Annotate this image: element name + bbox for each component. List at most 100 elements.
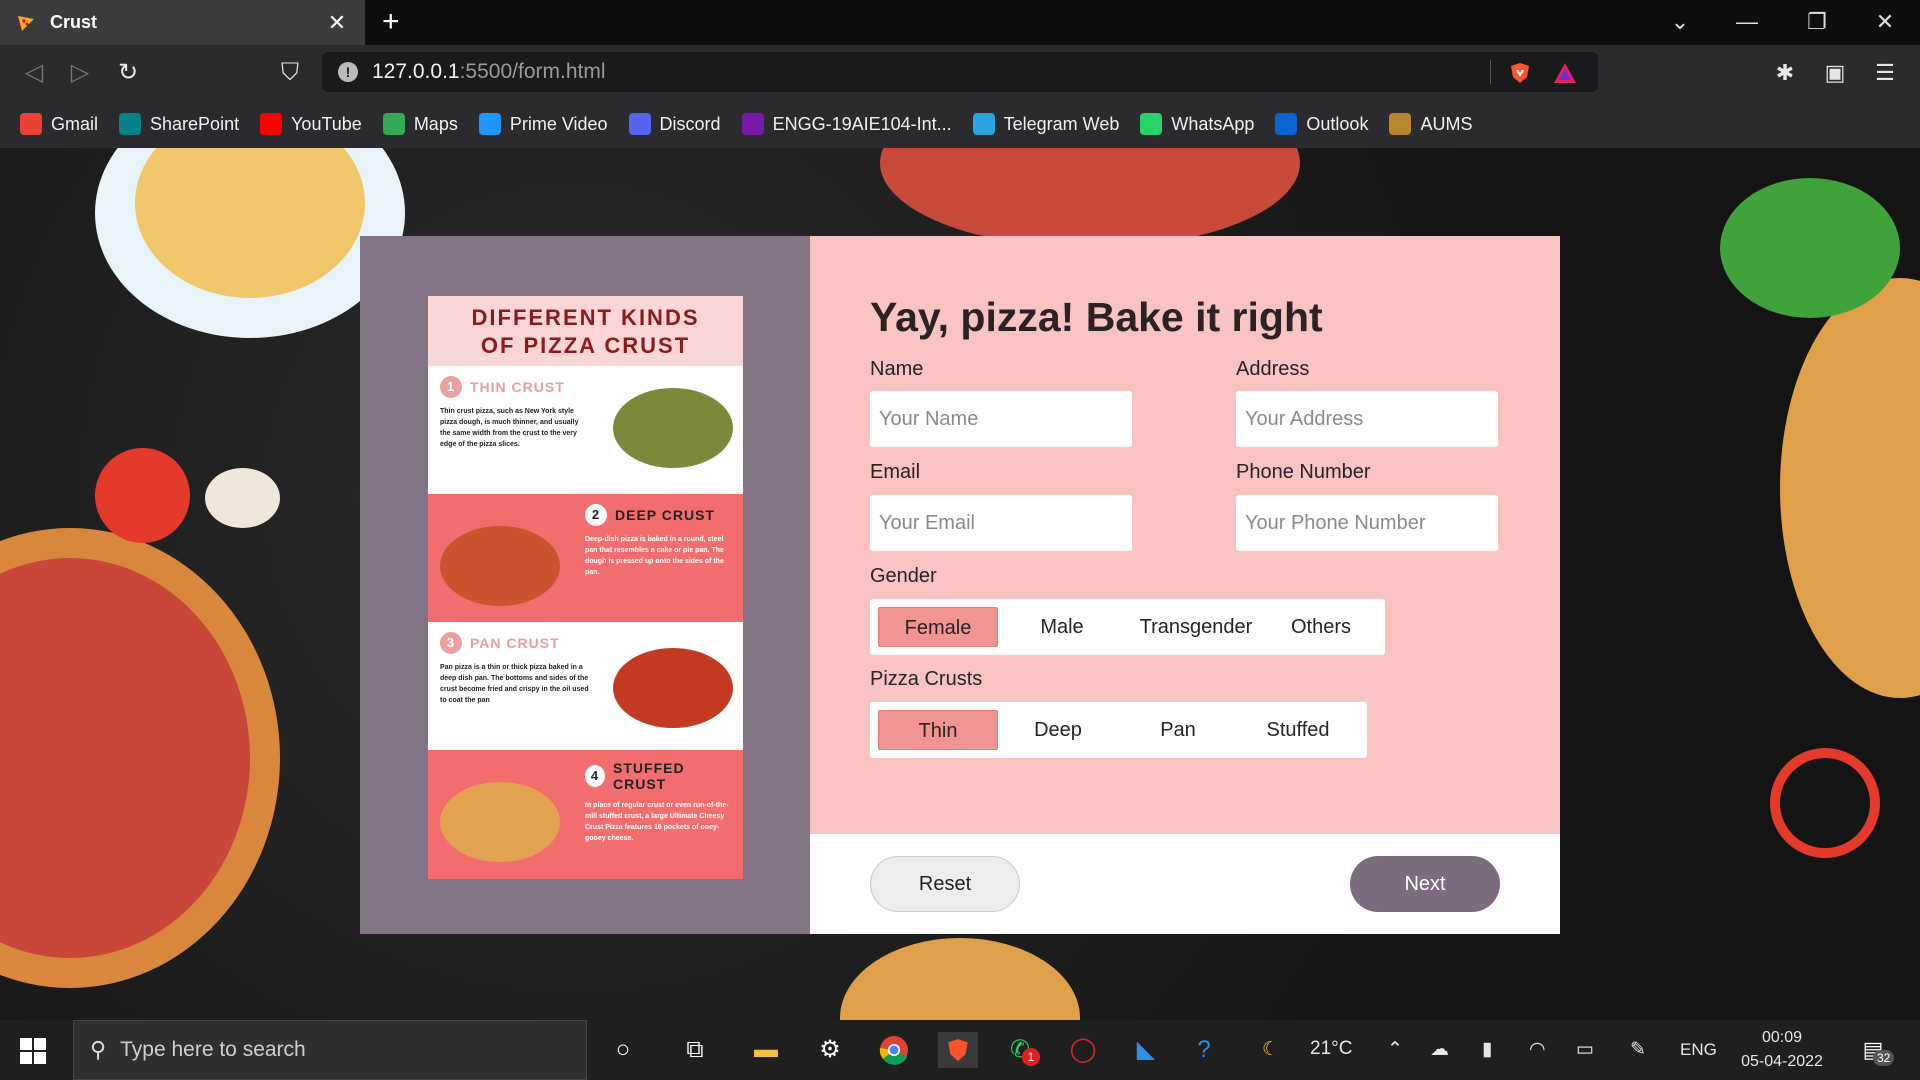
bookmarks-bar: Gmail SharePoint YouTube Maps Prime Video Dis… xyxy=(0,100,1920,148)
crust-option-deep[interactable]: Deep xyxy=(998,710,1118,750)
close-tab-icon[interactable]: ✕ xyxy=(325,10,349,36)
pan-crust-image xyxy=(613,648,733,728)
bookmark-telegram-web[interactable]: Telegram Web xyxy=(972,113,1120,135)
new-tab-icon[interactable]: + xyxy=(382,6,400,38)
bookmark-engg-19aie104-int[interactable]: ENGG-19AIE104-Int... xyxy=(741,113,952,135)
pizza-right-decoration xyxy=(1780,278,1920,698)
onenote-icon xyxy=(741,113,764,135)
minimize-icon[interactable]: — xyxy=(1727,6,1767,38)
bookmark-outlook[interactable]: Outlook xyxy=(1275,113,1368,135)
bookmark-label: ENGG-19AIE104-Int... xyxy=(772,113,952,134)
bookmark-label: Telegram Web xyxy=(1003,113,1120,134)
form-title: Yay, pizza! Bake it right xyxy=(870,294,1323,340)
bookmark-maps[interactable]: Maps xyxy=(382,113,458,135)
crust-option-thin[interactable]: Thin xyxy=(878,710,998,750)
bookmark-sharepoint[interactable]: SharePoint xyxy=(119,113,239,135)
infographic-section-thin: 1 THIN CRUST Thin crust pizza, such as N… xyxy=(428,366,743,494)
gender-option-others[interactable]: Others xyxy=(1266,607,1376,647)
address-bar[interactable]: ! 127.0.0.1:5500/form.html xyxy=(322,52,1598,92)
address-input[interactable] xyxy=(1236,391,1498,447)
section-heading-text: PAN CRUST xyxy=(470,635,560,651)
brave-shields-icon[interactable] xyxy=(1508,61,1532,85)
crust-option-pan[interactable]: Pan xyxy=(1118,710,1238,750)
wallet-icon[interactable]: ▣ xyxy=(1819,57,1851,89)
bookmark-gmail[interactable]: Gmail xyxy=(20,113,98,135)
gender-option-male[interactable]: Male xyxy=(1002,607,1122,647)
onedrive-icon[interactable]: ☁ xyxy=(1430,1038,1449,1061)
bookmark-label: Discord xyxy=(659,113,721,134)
forward-icon[interactable]: ▷ xyxy=(64,57,96,89)
restore-icon[interactable]: ❐ xyxy=(1797,6,1837,38)
whatsapp-taskbar-icon[interactable]: ✆ 1 xyxy=(1002,1032,1040,1068)
show-hidden-icons-chevron-icon[interactable]: ⌃ xyxy=(1387,1038,1403,1061)
form-footer: Reset Next xyxy=(810,834,1560,934)
crust-option-stuffed[interactable]: Stuffed xyxy=(1238,710,1358,750)
close-window-icon[interactable]: ✕ xyxy=(1865,6,1905,38)
reset-button[interactable]: Reset xyxy=(870,856,1020,912)
email-input[interactable] xyxy=(870,495,1132,551)
taskbar-clock[interactable]: 00:09 05-04-2022 xyxy=(1734,1026,1830,1074)
back-icon[interactable]: ◁ xyxy=(18,57,50,89)
extensions-icon[interactable]: ✱ xyxy=(1769,57,1801,89)
name-input[interactable] xyxy=(870,391,1132,447)
gender-selector: Female Male Transgender Others xyxy=(870,599,1385,655)
microphone-icon[interactable]: ▮ xyxy=(1482,1038,1492,1061)
notifications-icon[interactable]: ▤ 32 xyxy=(1855,1032,1895,1068)
section-heading-text: THIN CRUST xyxy=(470,379,565,395)
next-button[interactable]: Next xyxy=(1350,856,1500,912)
tab-strip: Crust ✕ + ⌄ — ❐ ✕ xyxy=(0,0,1920,45)
bookmark-prime-video[interactable]: Prime Video xyxy=(478,113,608,135)
language-indicator[interactable]: ENG xyxy=(1680,1040,1717,1060)
phone-input[interactable] xyxy=(1236,495,1498,551)
file-explorer-icon[interactable]: ▬ xyxy=(748,1032,784,1068)
bookmark-youtube[interactable]: YouTube xyxy=(260,113,362,135)
reload-icon[interactable]: ↻ xyxy=(112,57,144,89)
gender-option-transgender[interactable]: Transgender xyxy=(1126,607,1266,647)
brave-taskbar-icon[interactable] xyxy=(938,1032,978,1068)
weather-temperature[interactable]: 21°C xyxy=(1310,1038,1352,1060)
wifi-icon[interactable]: ◠ xyxy=(1529,1038,1546,1061)
clock-date: 05-04-2022 xyxy=(1741,1053,1823,1070)
sharepoint-icon xyxy=(119,113,142,135)
url-host: 127.0.0.1 xyxy=(372,60,460,83)
weather-moon-icon[interactable]: ☾ xyxy=(1262,1038,1279,1061)
bookmark-whatsapp[interactable]: WhatsApp xyxy=(1140,113,1254,135)
bookmark-icon[interactable]: ⛉ xyxy=(274,57,306,89)
bookmark-discord[interactable]: Discord xyxy=(628,113,721,135)
pen-icon[interactable]: ✎ xyxy=(1630,1038,1646,1061)
task-view-icon[interactable]: ⧉ xyxy=(677,1032,713,1068)
section-heading-text: DEEP CRUST xyxy=(615,507,715,523)
infographic-section-deep: 2 DEEP CRUST Deep-dish pizza is baked in… xyxy=(428,494,743,622)
gender-option-female[interactable]: Female xyxy=(878,607,998,647)
browser-tab[interactable]: Crust ✕ xyxy=(0,0,365,45)
bookmark-label: AUMS xyxy=(1420,113,1473,134)
section-number: 2 xyxy=(585,504,607,526)
help-icon[interactable]: ? xyxy=(1186,1032,1222,1068)
menu-icon[interactable]: ☰ xyxy=(1869,57,1901,89)
site-info-icon[interactable]: ! xyxy=(338,62,358,82)
pizza-slice-bottom-decoration xyxy=(840,938,1080,1020)
brave-rewards-icon[interactable] xyxy=(1552,61,1578,85)
infographic-section-pan: 3 PAN CRUST Pan pizza is a thin or thick… xyxy=(428,622,743,750)
settings-icon[interactable]: ⚙ xyxy=(812,1032,848,1068)
vscode-icon[interactable]: ◣ xyxy=(1128,1032,1164,1068)
outlook-icon xyxy=(1275,113,1298,135)
url-path: :5500/form.html xyxy=(459,60,606,83)
taskbar-search[interactable]: ⚲ Type here to search xyxy=(73,1020,587,1080)
infographic-title-line1: DIFFERENT KINDS xyxy=(471,305,700,330)
bookmark-label: YouTube xyxy=(291,113,362,134)
cortana-icon[interactable]: ○ xyxy=(605,1032,641,1068)
tab-search-chevron-icon[interactable]: ⌄ xyxy=(1660,6,1700,38)
section-number: 3 xyxy=(440,632,462,654)
windows-taskbar: ⚲ Type here to search ○ ⧉ ▬ ⚙ ✆ 1 ◯ ◣ ? ☾… xyxy=(0,1020,1920,1080)
bookmark-label: WhatsApp xyxy=(1171,113,1255,134)
chrome-icon[interactable] xyxy=(876,1032,912,1068)
bookmark-aums[interactable]: AUMS xyxy=(1389,113,1472,135)
youtube-icon xyxy=(260,113,283,135)
clock-time: 00:09 xyxy=(1761,1029,1803,1046)
crust-label: Pizza Crusts xyxy=(870,668,983,690)
opera-icon[interactable]: ◯ xyxy=(1065,1032,1101,1068)
section-text: Thin crust pizza, such as New York style… xyxy=(440,408,579,448)
battery-icon[interactable]: ▭ xyxy=(1576,1038,1594,1061)
windows-start-icon[interactable] xyxy=(20,1038,46,1064)
